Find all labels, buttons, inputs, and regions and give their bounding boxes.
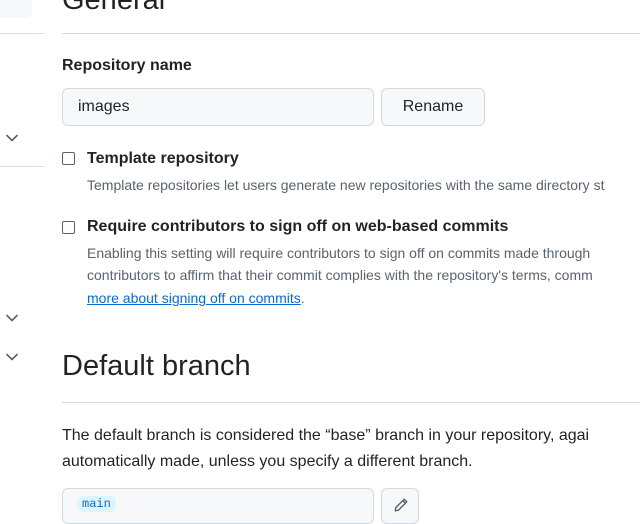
signoff-period: .: [300, 290, 305, 306]
signoff-checkbox[interactable]: [62, 221, 75, 234]
repository-name-label: Repository name: [62, 57, 192, 74]
signoff-title: Require contributors to sign off on web-…: [87, 218, 509, 235]
settings-sidebar: [0, 0, 44, 506]
sidebar-divider: [0, 33, 44, 34]
signoff-description-line-1: Enabling this setting will require contr…: [87, 245, 591, 261]
default-branch-description-line-2: automatically made, unless you specify a…: [62, 453, 473, 470]
edit-default-branch-button[interactable]: [381, 488, 419, 524]
general-heading: General: [62, 0, 166, 16]
branch-name-tag: main: [77, 496, 116, 512]
chevron-down-icon[interactable]: [5, 131, 19, 145]
chevron-down-icon[interactable]: [5, 311, 19, 325]
section-divider: [62, 402, 640, 403]
default-branch-description-line-1: The default branch is considered the “ba…: [62, 427, 590, 444]
sidebar-selected-item[interactable]: [0, 0, 32, 18]
signoff-description-line-3: more about signing off on commits.: [87, 290, 305, 306]
signoff-description-line-2: contributors to affirm that their commit…: [87, 267, 593, 283]
default-branch-heading: Default branch: [62, 350, 251, 382]
chevron-down-icon[interactable]: [5, 350, 19, 364]
template-repository-checkbox[interactable]: [62, 152, 75, 165]
default-branch-field: main: [62, 488, 374, 524]
template-repository-title: Template repository: [87, 150, 239, 167]
sidebar-divider: [0, 166, 44, 167]
section-divider: [62, 33, 640, 34]
repository-name-input[interactable]: [62, 88, 374, 126]
rename-button[interactable]: Rename: [381, 88, 485, 126]
template-repository-description: Template repositories let users generate…: [87, 177, 605, 193]
signoff-learn-more-link[interactable]: more about signing off on commits: [87, 290, 301, 306]
pencil-icon: [394, 498, 408, 512]
